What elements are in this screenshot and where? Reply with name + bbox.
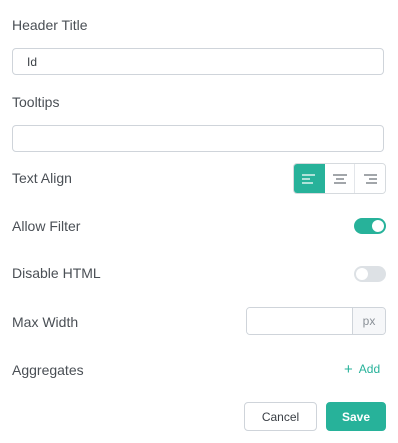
disable-html-toggle[interactable] [354, 266, 386, 282]
max-width-input[interactable] [247, 308, 352, 334]
tooltips-label: Tooltips [12, 94, 60, 110]
max-width-label: Max Width [12, 314, 79, 330]
align-right-icon [364, 173, 378, 184]
align-left-button[interactable] [294, 164, 325, 193]
align-left-icon [301, 173, 315, 184]
disable-html-label: Disable HTML [12, 265, 101, 281]
aggregates-label: Aggregates [12, 362, 84, 378]
text-align-label: Text Align [12, 170, 72, 186]
toggle-knob [356, 268, 368, 280]
tooltips-input[interactable] [12, 125, 384, 152]
column-settings-panel: Header Title Tooltips Text Align [0, 0, 398, 443]
align-right-button[interactable] [355, 164, 385, 193]
toggle-knob [372, 220, 384, 232]
save-button[interactable]: Save [326, 402, 386, 431]
plus-icon: + [344, 360, 353, 378]
header-title-label: Header Title [12, 17, 88, 33]
max-width-field: px [246, 307, 386, 335]
add-aggregate-label: Add [358, 362, 381, 376]
text-align-segmented-control [293, 163, 386, 194]
align-center-button[interactable] [324, 164, 356, 193]
max-width-unit: px [352, 308, 385, 334]
allow-filter-toggle[interactable] [354, 218, 386, 234]
add-aggregate-button[interactable]: + Add [344, 361, 380, 377]
cancel-button[interactable]: Cancel [244, 402, 317, 431]
align-center-icon [332, 173, 347, 184]
header-title-input[interactable] [12, 48, 384, 75]
allow-filter-label: Allow Filter [12, 218, 81, 234]
